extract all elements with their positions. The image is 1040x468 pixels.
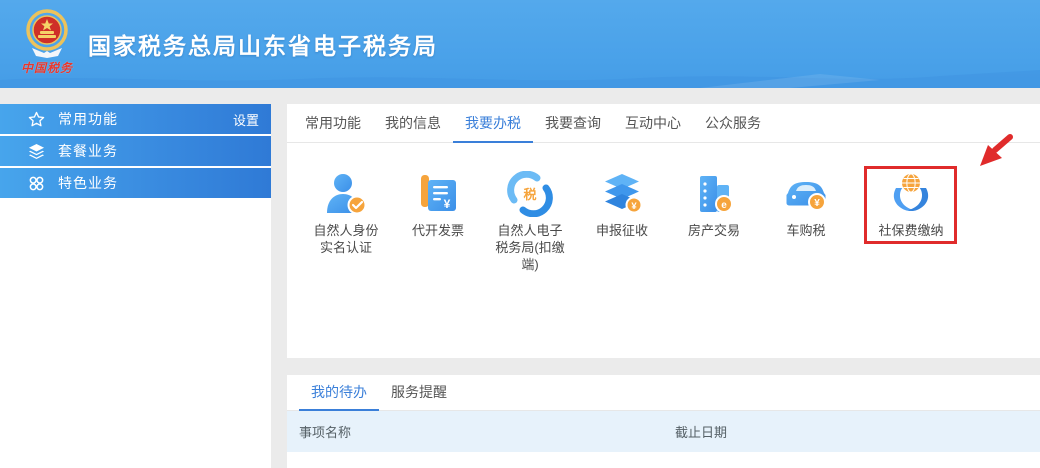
tax-character: 税 (523, 187, 536, 202)
logo-caption: 中国税务 (20, 61, 73, 75)
service-real-estate-transaction[interactable]: e 房产交易 (670, 171, 758, 273)
sidebar-item-common-functions[interactable]: 常用功能 设置 (0, 104, 271, 134)
layers-icon (28, 143, 45, 159)
column-deadline: 截止日期 (675, 425, 728, 440)
service-natural-person-etax[interactable]: 税 自然人电子 税务局(扣缴 端) (486, 171, 574, 273)
tab-common-functions[interactable]: 常用功能 (293, 104, 373, 143)
building-icon: e (700, 176, 733, 213)
sidebar-item-label: 常用功能 (58, 111, 118, 127)
workspace-tabbar: 常用功能 我的信息 我要办税 我要查询 互动中心 公众服务 (287, 104, 1040, 143)
tax-swirl-icon: 税 (507, 171, 553, 217)
sidebar-item-label: 套餐业务 (58, 143, 118, 159)
star-icon (28, 111, 45, 126)
electronic-tax-bureau-page: 中国税务 国家税务总局山东省电子税务局 常用功能 设置 套餐业务 特色业务 常用… (0, 0, 1040, 468)
service-social-insurance-payment[interactable]: 社保费缴纳 (864, 166, 957, 273)
svg-text:e: e (721, 200, 727, 211)
todo-tabbar: 我的待办 服务提醒 (287, 375, 1040, 411)
workspace-panel: 常用功能 我的信息 我要办税 我要查询 互动中心 公众服务 自然人身份 实名认证 (287, 104, 1040, 358)
sidebar: 常用功能 设置 套餐业务 特色业务 (0, 104, 271, 468)
car-tax-icon: ¥ (786, 182, 826, 211)
service-realname-auth[interactable]: 自然人身份 实名认证 (302, 171, 390, 273)
svg-text:¥: ¥ (631, 201, 637, 212)
service-label: 社保费缴纳 (878, 223, 944, 238)
svg-text:¥: ¥ (444, 197, 451, 211)
todo-table-header: 事项名称 截止日期 (287, 411, 1040, 452)
todo-panel: 我的待办 服务提醒 事项名称 截止日期 (287, 375, 1040, 468)
service-label: 申报征收 (595, 223, 648, 238)
page-title: 国家税务总局山东省电子税务局 (88, 33, 438, 59)
service-vehicle-purchase-tax[interactable]: ¥ 车购税 (762, 171, 850, 273)
invoice-icon: ¥ (421, 175, 456, 211)
service-label: 自然人身份 实名认证 (313, 223, 379, 255)
tab-tax-handling[interactable]: 我要办税 (453, 104, 533, 143)
sidebar-item-package-business[interactable]: 套餐业务 (0, 136, 271, 166)
person-check-icon (327, 174, 367, 215)
service-label: 自然人电子 税务局(扣缴 端) (495, 223, 565, 272)
service-label: 车购税 (786, 223, 826, 238)
service-invoice-issuing[interactable]: ¥ 代开发票 (394, 171, 482, 273)
tab-interaction-center[interactable]: 互动中心 (613, 104, 693, 143)
header-banner: 中国税务 国家税务总局山东省电子税务局 (0, 0, 1040, 88)
tab-my-todo[interactable]: 我的待办 (299, 375, 379, 411)
column-item-name: 事项名称 (299, 425, 352, 440)
service-label: 房产交易 (687, 223, 740, 238)
layers-yen-icon: ¥ (605, 174, 643, 214)
sidebar-item-featured-business[interactable]: 特色业务 (0, 168, 271, 198)
annotation-arrow-icon (980, 134, 1013, 166)
national-emblem-logo (26, 9, 68, 58)
service-declaration-collection[interactable]: ¥ 申报征收 (578, 171, 666, 273)
tab-public-service[interactable]: 公众服务 (693, 104, 773, 143)
tab-inquiry[interactable]: 我要查询 (533, 104, 613, 143)
tab-service-reminder[interactable]: 服务提醒 (379, 375, 459, 411)
four-circles-icon (29, 176, 44, 190)
tab-my-info[interactable]: 我的信息 (373, 104, 453, 143)
sidebar-item-label: 特色业务 (58, 175, 118, 191)
svg-text:¥: ¥ (814, 198, 820, 209)
service-grid: 自然人身份 实名认证 ¥ 代开发票 税 自然人电子 税务局(扣缴 端) ¥ 申报… (287, 143, 1040, 273)
service-label: 代开发票 (411, 223, 464, 238)
hands-globe-icon (893, 173, 929, 212)
settings-link[interactable]: 设置 (233, 110, 259, 129)
mountain-silhouette (0, 70, 1040, 88)
